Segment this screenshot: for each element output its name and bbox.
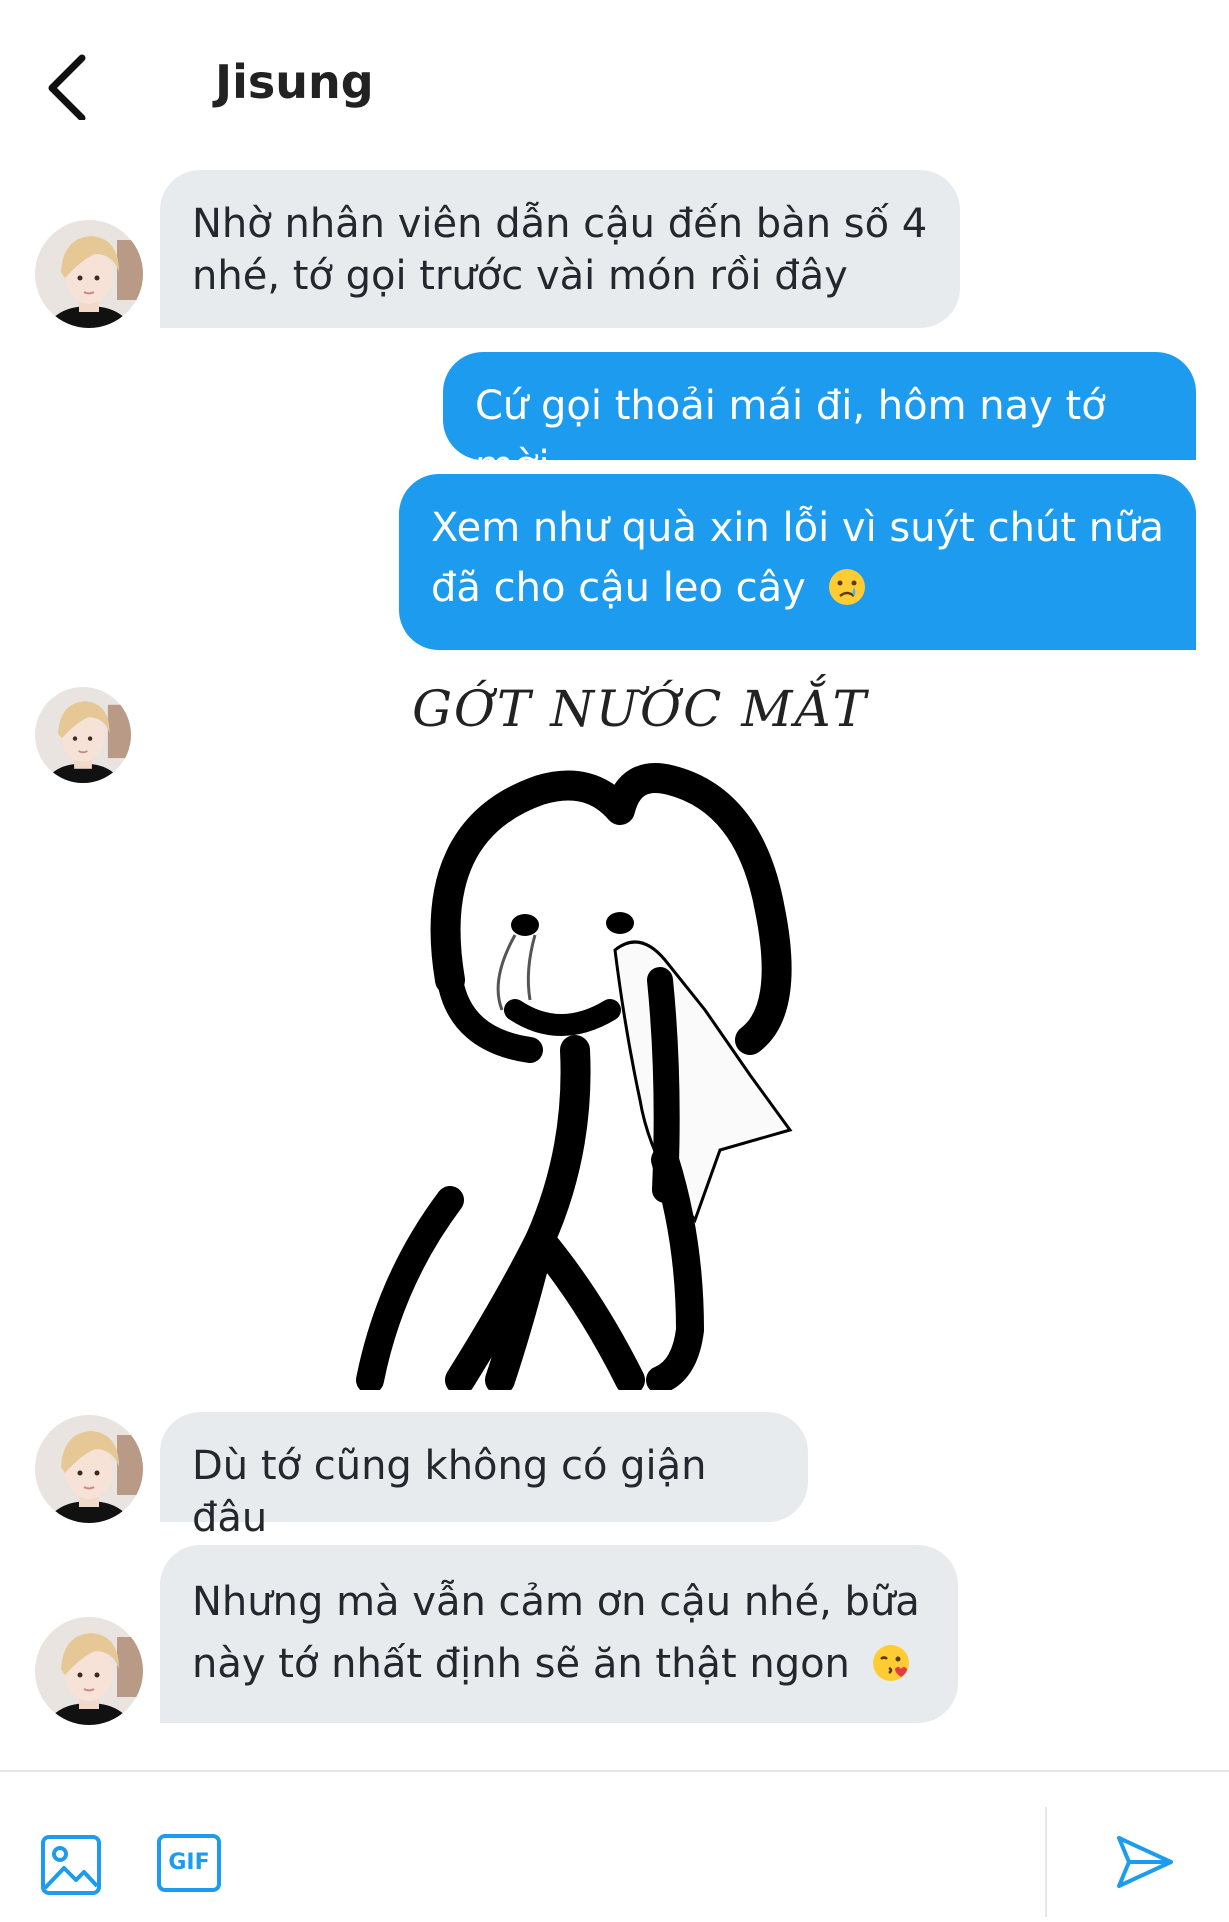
avatar-photo [35,220,143,328]
message-text-line: nhé, tớ gọi trước vài món rồi đây [192,253,848,299]
back-button[interactable] [40,50,100,122]
message-bubble-incoming[interactable]: Nhờ nhân viên dẫn cậu đến bàn số 4 nhé, … [160,170,960,328]
face-blowing-kiss-emoji-icon [872,1645,909,1681]
conversation-title: Jisung [215,55,374,109]
gif-button[interactable]: GIF [157,1834,221,1892]
chat-header: Jisung [0,0,1229,160]
avatar-photo [35,1415,143,1523]
avatar[interactable] [35,1415,143,1523]
avatar[interactable] [35,220,143,328]
image-icon [41,1835,101,1895]
message-bubble-outgoing[interactable]: Xem như quà xin lỗi vì suýt chút nữa đã … [399,474,1196,650]
avatar-photo [35,1617,143,1725]
gif-label: GIF [168,1850,210,1875]
send-button[interactable] [1113,1830,1177,1898]
crying-face-emoji-icon [828,569,865,605]
image-message[interactable]: GỚT NƯỚC MẮT [330,680,950,1390]
message-text: Dù tớ cũng không có giận đâu [192,1443,707,1541]
message-text-line: này tớ nhất định sẽ ăn thật ngon [192,1641,850,1687]
send-icon [1117,1836,1173,1888]
message-bubble-incoming[interactable]: Dù tớ cũng không có giận đâu [160,1412,808,1541]
message-text-line: Nhưng mà vẫn cảm ơn cậu nhé, bữa [192,1579,920,1625]
message-text-line: Xem như quà xin lỗi vì suýt chút nữa [431,505,1164,551]
crying-stick-figure-illustration [356,763,793,1390]
avatar-photo [35,687,131,783]
chevron-left-icon [48,54,86,122]
message-text-line: Nhờ nhân viên dẫn cậu đến bàn số 4 [192,201,928,247]
message-composer: GIF [0,1770,1229,1922]
divider [1045,1807,1047,1917]
add-image-button[interactable] [40,1834,102,1900]
avatar[interactable] [35,687,131,783]
message-bubble-incoming[interactable]: Nhưng mà vẫn cảm ơn cậu nhé, bữa này tớ … [160,1545,958,1723]
avatar[interactable] [35,1617,143,1725]
message-bubble-outgoing[interactable]: Cứ gọi thoải mái đi, hôm nay tớ mời [443,352,1196,489]
message-text-line: đã cho cậu leo cây [431,565,806,611]
